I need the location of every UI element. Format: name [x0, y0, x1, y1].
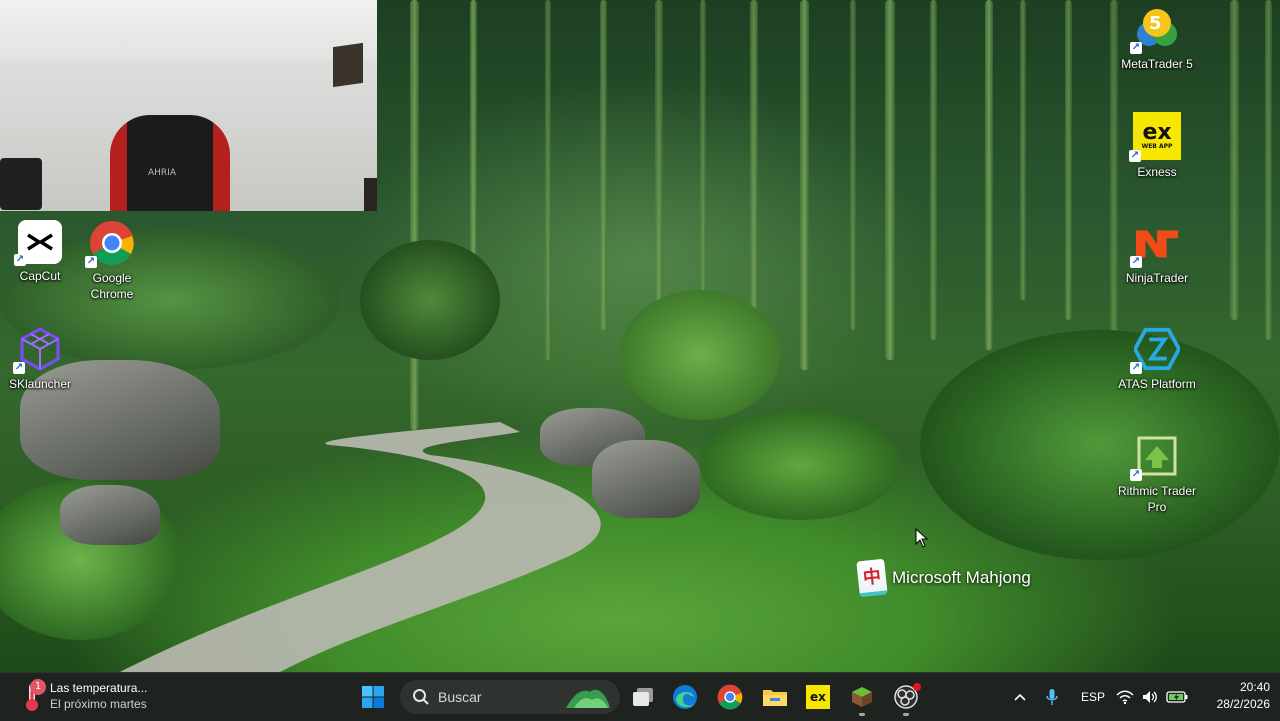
atas-shortcut[interactable]: ↗ ATAS Platform [1117, 326, 1197, 392]
volume-icon [1143, 691, 1157, 703]
exness-shortcut[interactable]: ex WEB APP ↗ Exness [1117, 112, 1197, 180]
search-box[interactable]: Buscar [400, 680, 620, 714]
exness-icon: ex [806, 685, 830, 709]
minecraft-icon [852, 687, 872, 707]
recording-dot-icon [913, 683, 921, 691]
edge-button[interactable] [668, 681, 702, 713]
task-view-button[interactable] [626, 681, 660, 713]
show-hidden-icons-button[interactable] [1010, 685, 1030, 709]
capcut-icon: ↗ [14, 220, 62, 266]
shortcut-arrow-icon: ↗ [1130, 362, 1142, 374]
mahjong-label: Microsoft Mahjong [892, 568, 1031, 587]
metatrader-badge: 5 [1149, 13, 1162, 34]
rithmic-icon: ↗ [1130, 433, 1180, 481]
shortcut-arrow-icon: ↗ [85, 256, 97, 268]
sklauncher-icon: ↗ [13, 326, 63, 374]
clock-time: 20:40 [1239, 680, 1270, 694]
clock[interactable]: 20:40 28/2/2026 [1196, 679, 1270, 715]
metatrader-shortcut[interactable]: 5 ↗ MetaTrader 5 [1117, 6, 1197, 72]
capcut-shortcut[interactable]: ↗ CapCut [0, 220, 80, 284]
task-view-icon [633, 688, 653, 706]
running-indicator [859, 713, 865, 716]
wifi-icon [1116, 690, 1134, 704]
file-explorer-button[interactable] [758, 681, 792, 713]
exness-label: Exness [1137, 165, 1177, 179]
shortcut-arrow-icon: ↗ [1130, 42, 1142, 54]
mahjong-glyph: 中 [861, 566, 882, 589]
ninjatrader-icon: ↗ [1130, 220, 1180, 268]
chrome-taskbar-button[interactable] [713, 681, 747, 713]
obs-button[interactable] [889, 681, 923, 716]
webcam-right-object [364, 178, 377, 211]
sklauncher-shortcut[interactable]: ↗ SKlauncher [0, 326, 80, 392]
webcam-left-object [0, 158, 42, 210]
shortcut-arrow-icon: ↗ [1129, 150, 1141, 162]
exness-tile-text: ex [1142, 119, 1172, 145]
rithmic-label: Rithmic Trader Pro [1117, 484, 1197, 514]
wall-shelf [333, 42, 363, 88]
shortcut-arrow-icon: ↗ [14, 254, 26, 266]
shortcut-arrow-icon: ↗ [1130, 469, 1142, 481]
mahjong-icon: 中 [856, 558, 888, 598]
chevron-up-icon [1014, 693, 1026, 701]
chair-brand-text: AHRIA [148, 168, 176, 178]
metatrader-label: MetaTrader 5 [1121, 57, 1193, 71]
capcut-label: CapCut [19, 269, 61, 283]
search-icon [413, 689, 429, 705]
gaming-chair [110, 115, 230, 211]
chrome-icon: ↗ [85, 220, 135, 268]
windows-icon [362, 686, 384, 708]
edge-icon [673, 685, 697, 709]
widget-subtitle: El próximo martes [50, 697, 147, 711]
minecraft-button[interactable] [845, 681, 879, 716]
clock-date: 28/2/2026 [1216, 697, 1270, 711]
chrome-label: Google Chrome [90, 271, 134, 301]
ninjatrader-shortcut[interactable]: ↗ NinjaTrader [1117, 220, 1197, 286]
mouse-cursor-icon [915, 528, 929, 548]
rithmic-shortcut[interactable]: ↗ Rithmic Trader Pro [1117, 433, 1197, 515]
atas-label: ATAS Platform [1118, 377, 1196, 391]
shortcut-arrow-icon: ↗ [1130, 256, 1142, 268]
widget-title: Las temperatura... [50, 681, 148, 695]
exness-taskbar-button[interactable]: ex [801, 681, 835, 713]
battery-charging-icon [1166, 691, 1188, 703]
exness-tile-subtext: WEB APP [1141, 142, 1173, 150]
microphone-button[interactable] [1044, 685, 1060, 709]
widget-notification-badge: 1 [30, 679, 46, 695]
search-highlight-icon [566, 689, 610, 708]
sklauncher-label: SKlauncher [8, 377, 72, 391]
mahjong-shortcut[interactable]: 中 Microsoft Mahjong [856, 558, 1031, 598]
language-indicator[interactable]: ESP [1081, 690, 1105, 704]
metatrader-icon: 5 ↗ [1130, 6, 1180, 54]
ninjatrader-label: NinjaTrader [1125, 271, 1189, 285]
running-indicator [903, 713, 909, 716]
atas-icon: ↗ [1130, 326, 1180, 374]
exness-icon: ex WEB APP ↗ [1129, 112, 1181, 162]
chrome-shortcut[interactable]: ↗ Google Chrome [72, 220, 152, 302]
start-button[interactable] [356, 681, 390, 713]
exness-taskbar-text: ex [810, 690, 826, 704]
shortcut-arrow-icon: ↗ [13, 362, 25, 374]
weather-widget[interactable]: 1 Las temperatura... El próximo martes [14, 679, 194, 715]
quick-settings-button[interactable] [1116, 683, 1192, 711]
microphone-icon [1046, 689, 1058, 705]
chrome-icon [717, 684, 743, 710]
desktop-wallpaper[interactable]: AHRIA ↗ CapCut ↗ Google Chrome ↗ SKlaunc… [0, 0, 1280, 672]
taskbar: 1 Las temperatura... El próximo martes B… [0, 672, 1280, 721]
webcam-overlay: AHRIA [0, 0, 377, 211]
folder-icon [763, 690, 787, 706]
search-placeholder: Buscar [438, 689, 482, 705]
